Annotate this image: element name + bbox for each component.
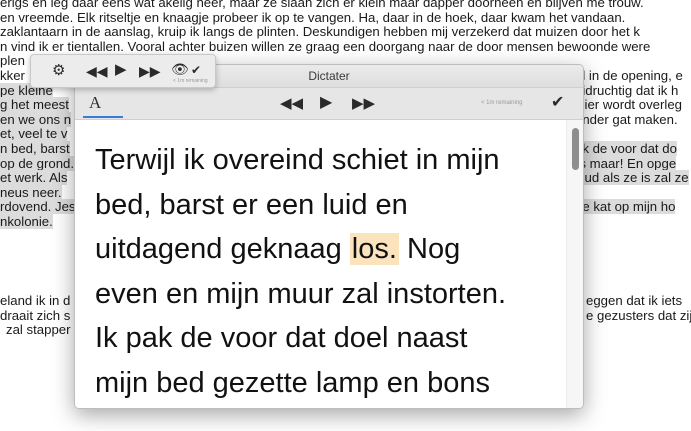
fast-forward-icon[interactable]: ▶▶ xyxy=(139,64,161,78)
document-line: ander gat maken. xyxy=(575,111,678,127)
current-word-highlight: los. xyxy=(349,233,399,265)
reading-line: even en mijn muur zal instorten. xyxy=(95,277,507,310)
remaining-time: < 1m remaining xyxy=(481,100,523,106)
document-line: uidruchtig dat ik h xyxy=(575,82,679,98)
document-line: kker xyxy=(0,68,25,83)
document-line: op de grond. xyxy=(0,155,75,171)
reading-line-partial: mijn bed gezette lamp en bons xyxy=(95,366,490,399)
checkmark-icon[interactable]: ✔ xyxy=(551,95,564,111)
mini-playback-toolbar: ⚙ ◀◀ ▶ ▶▶ 👁 ✔ < 1m remaining xyxy=(30,54,216,88)
document-line: zaklantaarn in de aanslag, kruip ik lang… xyxy=(0,24,640,40)
fast-forward-icon[interactable]: ▶▶ xyxy=(352,96,375,111)
document-line: en vreemde. Elk ritseltje en knaagje pro… xyxy=(0,9,626,25)
document-line: ak de voor dat do xyxy=(575,141,677,156)
checkmark-icon[interactable]: ✔ xyxy=(191,63,201,77)
reading-line: Ik pak de voor dat doel naast xyxy=(95,322,468,354)
document-line: rs maar! En opge xyxy=(575,155,677,171)
document-line: en we ons n xyxy=(0,111,72,127)
document-line: g het meest xyxy=(0,97,69,113)
reading-text: Terwijl ik overeind schiet in mijn bed, b… xyxy=(95,138,555,405)
document-line: neus neer. xyxy=(0,184,62,200)
document-line: et werk. Als xyxy=(0,170,68,186)
document-line: eland ik in d xyxy=(0,293,71,308)
gear-icon[interactable]: ⚙ xyxy=(52,63,65,78)
document-line: et, veel te v xyxy=(0,126,68,142)
document-line: Dud als ze is zal ze xyxy=(575,170,689,186)
rewind-icon[interactable]: ◀◀ xyxy=(86,64,108,78)
document-line: rdovend. Jes xyxy=(0,199,76,215)
reading-area[interactable]: Terwijl ik overeind schiet in mijn bed, b… xyxy=(75,120,565,408)
vertical-scrollbar[interactable] xyxy=(566,120,583,408)
document-line: plen xyxy=(0,53,25,69)
scrollbar-thumb[interactable] xyxy=(572,128,579,170)
reading-line: uitdagend geknaag los. Nog xyxy=(95,233,461,265)
font-button-underline xyxy=(83,116,123,118)
play-icon[interactable]: ▶ xyxy=(115,62,127,77)
document-line: draait zich s xyxy=(0,307,71,323)
document-line: n bed, barst xyxy=(0,141,70,156)
play-icon[interactable]: ▶ xyxy=(320,95,332,111)
font-button[interactable]: A xyxy=(89,93,101,113)
document-line: nkolonie. xyxy=(0,214,53,229)
reading-line: bed, barst er een luid en xyxy=(95,188,408,221)
rewind-icon[interactable]: ◀◀ xyxy=(280,96,303,111)
document-line: al in de opening, e xyxy=(575,68,683,83)
document-line: e gezusters dat zij xyxy=(586,307,691,323)
reading-line: Terwijl ik overeind schiet in mijn xyxy=(95,144,500,176)
mini-remaining-time: < 1m remaining xyxy=(173,78,208,84)
dictater-window: Dictater A ◀◀ ▶ ▶▶ < 1m remaining ✔ Terw… xyxy=(74,64,584,409)
document-line: de kat op mijn ho xyxy=(575,199,676,215)
document-line: Hier wordt overleg xyxy=(575,97,683,113)
document-line: zal stapper xyxy=(6,322,71,338)
window-toolbar: A ◀◀ ▶ ▶▶ < 1m remaining ✔ xyxy=(75,88,583,120)
document-line: n vind ik er tientallen. Vooral achter b… xyxy=(0,38,651,54)
document-line: eggen dat ik iets xyxy=(586,293,683,308)
eye-icon[interactable]: 👁 xyxy=(171,62,189,76)
